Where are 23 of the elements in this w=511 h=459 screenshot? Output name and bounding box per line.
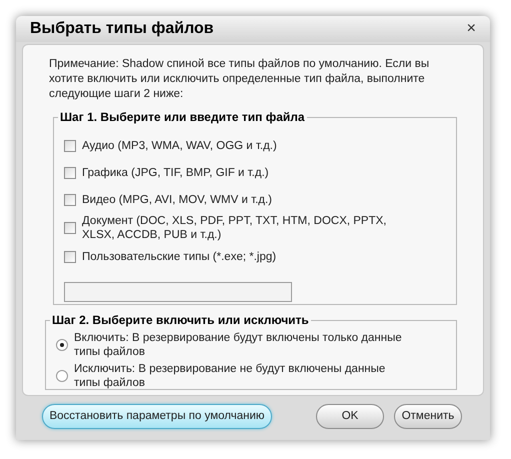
checkbox[interactable]	[64, 250, 76, 262]
radio-label: Исключить: В резервирование не будут включены данные типы файлов	[74, 362, 386, 390]
checkbox[interactable]	[64, 166, 76, 178]
ok-button[interactable]: OK	[316, 404, 384, 429]
checkbox[interactable]	[64, 222, 76, 234]
restore-defaults-button[interactable]: Восстановить параметры по умолчанию	[42, 404, 272, 429]
radio-button[interactable]	[56, 339, 68, 351]
checkbox-label: Пользовательские типы (*.exe; *.jpg)	[82, 250, 278, 264]
checkbox-label: Видео (MPG, AVI, MOV, WMV и т.д.)	[82, 192, 274, 206]
group-title: Шаг 1. Выберите или введите тип файла	[58, 109, 307, 125]
radio-label: Включить: В резервирование будут включены только данные типы файлов	[74, 331, 403, 359]
radio-button[interactable]	[56, 370, 68, 382]
note-text: Примечание: Shadow спиной все типы файлов по умолчанию. Если вы хотите включить или исключить определенные тип файла, выполните следующие шаги 2 ниже:	[49, 57, 430, 102]
window-title: Выбрать типы файлов	[30, 19, 214, 39]
checkbox-label: Документ (DOC, XLS, PDF, PPT, TXT, HTM, DOCX, PPTX, XLSX, ACCDB, PUB и т.д.)	[82, 214, 388, 242]
checkbox[interactable]	[64, 140, 76, 152]
checkbox-label: Графика (JPG, TIF, BMP, GIF и т.д.)	[82, 166, 270, 180]
custom-types-field[interactable]	[64, 282, 292, 302]
checkbox[interactable]	[64, 194, 76, 206]
cancel-button[interactable]: Отменить	[394, 404, 462, 429]
close-button[interactable]: ×	[466, 21, 476, 37]
checkbox-label: Аудио (MP3, WMA, WAV, OGG и т.д.)	[82, 138, 278, 152]
group-title: Шаг 2. Выберите включить или исключить	[50, 312, 311, 328]
